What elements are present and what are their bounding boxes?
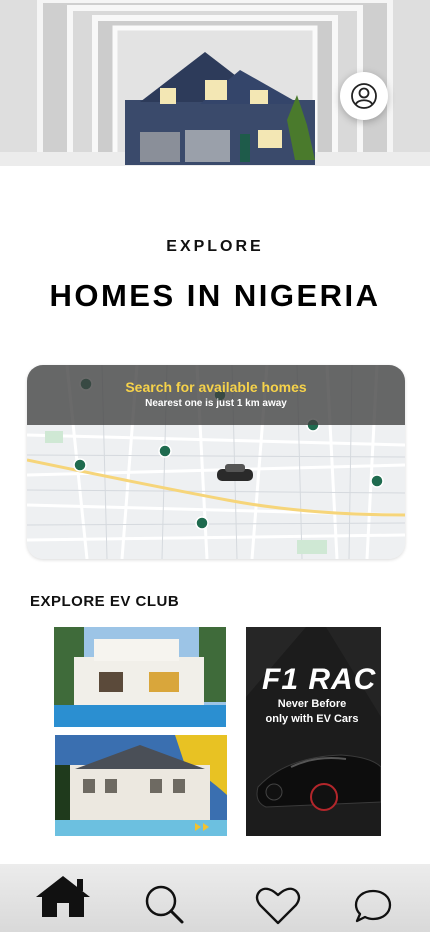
home-icon — [36, 876, 90, 917]
hero-banner — [0, 0, 430, 166]
map-banner: Search for available homes Nearest one i… — [27, 365, 405, 425]
page-title: HOMES IN NIGERIA — [49, 278, 381, 313]
explore-kicker: EXPLORE — [166, 238, 264, 255]
villa-pool-image[interactable] — [54, 627, 226, 727]
map-headline: Search for available homes — [125, 379, 307, 395]
chat-icon — [354, 889, 392, 923]
nav-favorites[interactable] — [254, 884, 302, 928]
search-icon — [145, 885, 184, 924]
map-subline: Nearest one is just 1 km away — [145, 398, 287, 409]
ev-club-title: EXPLORE EV CLUB — [30, 593, 180, 610]
map-card[interactable]: Search for available homes Nearest one i… — [27, 365, 405, 559]
mansion-image[interactable] — [55, 735, 227, 836]
ev-promo-banner[interactable]: F1 RAC Never Before only with EV Cars — [246, 627, 381, 836]
promo-subtitle: Never Before only with EV Cars — [246, 697, 381, 727]
nav-messages[interactable] — [352, 886, 394, 926]
profile-button[interactable] — [340, 72, 388, 120]
promo-title: F1 RAC — [262, 663, 377, 696]
bottom-nav — [0, 864, 430, 932]
promo-subtitle-line1: Never Before — [277, 698, 347, 710]
user-circle-icon — [351, 83, 377, 109]
heart-icon — [255, 887, 301, 925]
nav-home[interactable] — [32, 872, 94, 920]
promo-subtitle-line2: only with EV Cars — [265, 713, 359, 725]
nav-search[interactable] — [142, 882, 186, 926]
